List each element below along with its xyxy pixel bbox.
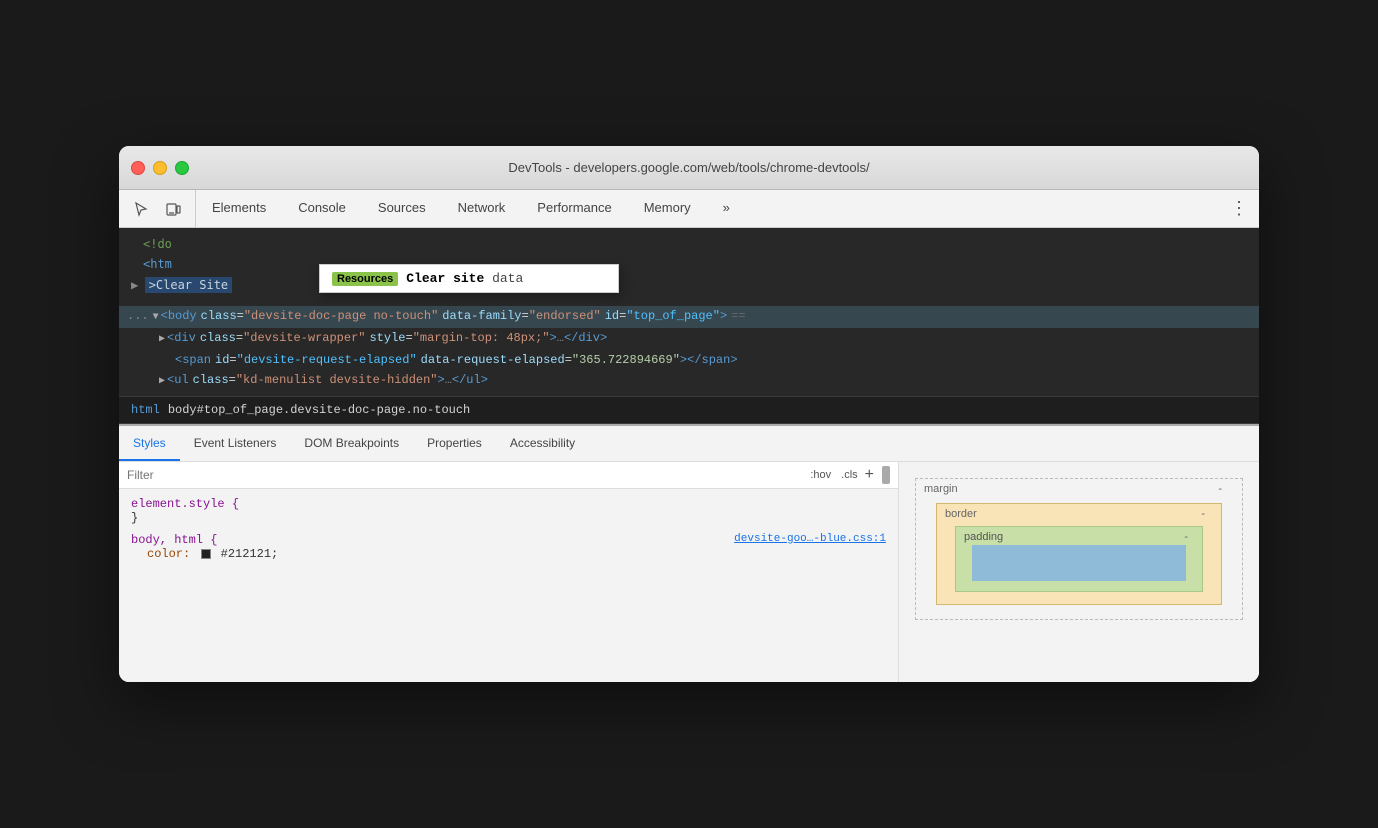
bottom-tabs: Styles Event Listeners DOM Breakpoints P… [119, 426, 1259, 462]
border-box: border - padding - [936, 503, 1222, 605]
toolbar-end: ⋮ [1219, 190, 1259, 227]
html-row-span[interactable]: <span id="devsite-request-elapsed" data-… [119, 350, 1259, 370]
filter-pseudo-buttons: :hov .cls + [807, 467, 874, 483]
elements-panel-top: <!do <htm ▶ >Clear Site Resources Clear … [119, 228, 1259, 302]
filter-resize-handle[interactable] [882, 466, 890, 484]
autocomplete-text-bold: Clear site [406, 271, 484, 286]
autocomplete-text-normal: data [484, 271, 523, 286]
html-row-doctype: <!do [119, 234, 1259, 254]
filter-input[interactable] [127, 468, 799, 482]
breadcrumb: html body#top_of_page.devsite-doc-page.n… [119, 396, 1259, 424]
styles-panel: :hov .cls + element.style { } [119, 462, 1259, 682]
css-source-link[interactable]: devsite-goo…-blue.css:1 [734, 533, 886, 545]
padding-value: - [1184, 531, 1188, 543]
html-row-ul[interactable]: ▶ <ul class="kd-menulist devsite-hidden"… [119, 370, 1259, 392]
css-selector-body: body, html { [131, 533, 217, 547]
tab-console[interactable]: Console [282, 190, 362, 227]
html-row-body[interactable]: ... ▼ <body class="devsite-doc-page no-t… [119, 306, 1259, 328]
box-model-panel: margin - border - padding - [899, 462, 1259, 682]
clear-site-input[interactable]: >Clear Site [145, 277, 232, 293]
tab-network[interactable]: Network [442, 190, 522, 227]
html-content: ... ▼ <body class="devsite-doc-page no-t… [119, 302, 1259, 396]
css-rule-element-style: element.style { } [131, 497, 886, 525]
minimize-button[interactable] [153, 161, 167, 175]
styles-filter-bar: :hov .cls + [119, 462, 898, 489]
tab-event-listeners[interactable]: Event Listeners [180, 426, 291, 461]
margin-value: - [1218, 483, 1222, 495]
tab-styles[interactable]: Styles [119, 426, 180, 461]
more-menu-button[interactable]: ⋮ [1227, 197, 1251, 221]
autocomplete-item[interactable]: Resources Clear site data [320, 265, 618, 292]
margin-label: margin [924, 483, 958, 495]
cursor-icon[interactable] [127, 195, 155, 223]
tab-elements[interactable]: Elements [196, 190, 282, 227]
add-style-button[interactable]: + [865, 467, 874, 483]
padding-box: padding - [955, 526, 1203, 592]
autocomplete-dropdown[interactable]: Resources Clear site data [319, 264, 619, 293]
color-swatch[interactable] [201, 549, 211, 559]
device-icon[interactable] [159, 195, 187, 223]
border-value: - [1201, 508, 1205, 520]
devtools-content: <!do <htm ▶ >Clear Site Resources Clear … [119, 228, 1259, 424]
traffic-lights [131, 161, 189, 175]
autocomplete-badge: Resources [332, 272, 398, 286]
tab-more[interactable]: » [707, 190, 746, 227]
tab-properties[interactable]: Properties [413, 426, 496, 461]
styles-left: :hov .cls + element.style { } [119, 462, 899, 682]
html-row-html: <htm [119, 254, 1259, 274]
html-row-div-wrapper[interactable]: ▶ <div class="devsite-wrapper" style="ma… [119, 328, 1259, 350]
tab-performance[interactable]: Performance [521, 190, 627, 227]
cls-button[interactable]: .cls [838, 468, 861, 482]
border-label: border [945, 508, 977, 520]
css-selector: element.style { [131, 497, 239, 511]
tab-accessibility[interactable]: Accessibility [496, 426, 589, 461]
content-box [972, 545, 1186, 581]
tab-dom-breakpoints[interactable]: DOM Breakpoints [290, 426, 413, 461]
tab-memory[interactable]: Memory [628, 190, 707, 227]
devtools-window: DevTools - developers.google.com/web/too… [119, 146, 1259, 682]
close-button[interactable] [131, 161, 145, 175]
css-rule-body-html: body, html { devsite-goo…-blue.css:1 col… [131, 533, 886, 561]
breadcrumb-html[interactable]: html [131, 403, 160, 417]
toolbar-icons [119, 190, 196, 227]
window-title: DevTools - developers.google.com/web/too… [508, 160, 869, 175]
hov-button[interactable]: :hov [807, 468, 834, 482]
breadcrumb-body[interactable]: body#top_of_page.devsite-doc-page.no-tou… [168, 403, 470, 417]
main-tabs: Elements Console Sources Network Perform… [196, 190, 1219, 227]
devtools-toolbar: Elements Console Sources Network Perform… [119, 190, 1259, 228]
bottom-panel: Styles Event Listeners DOM Breakpoints P… [119, 424, 1259, 682]
margin-box: margin - border - padding - [915, 478, 1243, 620]
tab-sources[interactable]: Sources [362, 190, 442, 227]
css-value-color: #212121; [221, 547, 279, 561]
css-property-color: color: [147, 547, 190, 561]
styles-content: element.style { } body, html { devsite-g… [119, 489, 898, 682]
padding-label: padding [964, 531, 1003, 543]
clear-site-row: ▶ >Clear Site [119, 274, 1259, 296]
title-bar: DevTools - developers.google.com/web/too… [119, 146, 1259, 190]
maximize-button[interactable] [175, 161, 189, 175]
